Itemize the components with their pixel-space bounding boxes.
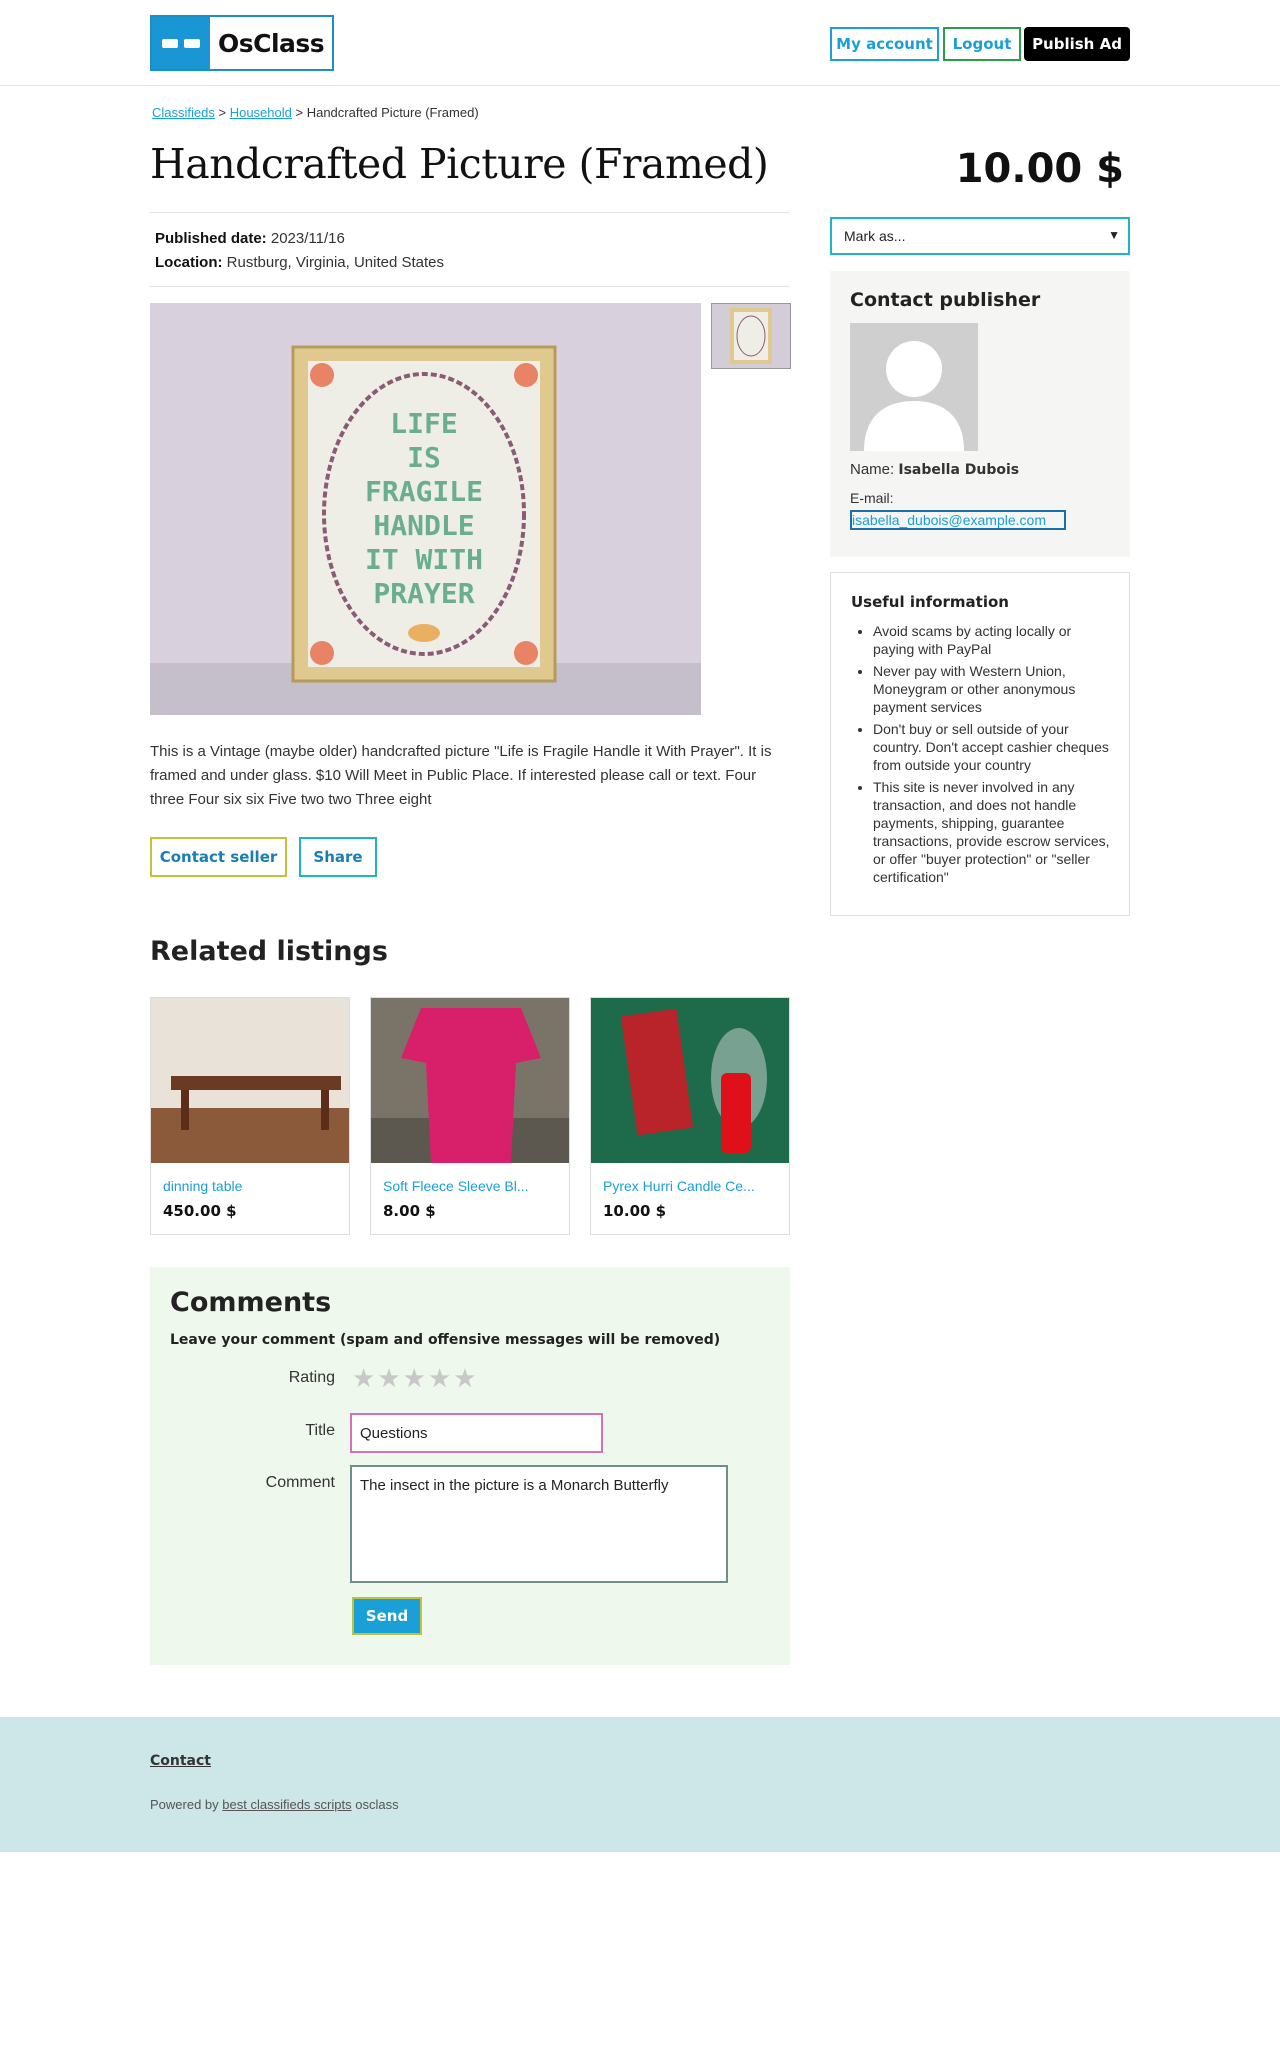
contact-publisher-box: Contact publisher Name: Isabella Dubois …: [830, 271, 1130, 557]
title-label: Title: [305, 1422, 335, 1439]
related-title[interactable]: Soft Fleece Sleeve Bl...: [383, 1178, 558, 1194]
contact-heading: Contact publisher: [850, 289, 1041, 311]
useful-item: This site is never involved in any trans…: [873, 778, 1113, 886]
framed-picture-image: LIFE IS FRAGILE HANDLE IT WITH PRAYER: [150, 303, 701, 715]
email-label: E-mail:: [850, 490, 894, 506]
breadcrumb-classifieds[interactable]: Classifieds: [152, 105, 215, 120]
comments-notice: Leave your comment (spam and offensive m…: [170, 1332, 721, 1348]
logo-icon: [152, 17, 210, 69]
send-button[interactable]: Send: [352, 1597, 422, 1635]
share-button[interactable]: Share: [299, 837, 377, 877]
star-icon[interactable]: ★: [453, 1366, 476, 1392]
site-header: OsClass My account Logout Publish Ad: [0, 0, 1280, 86]
contact-seller-button[interactable]: Contact seller: [150, 837, 287, 877]
listing-price: 10.00 $: [955, 146, 1124, 192]
related-title[interactable]: Pyrex Hurri Candle Ce...: [603, 1178, 778, 1194]
breadcrumb: Classifieds > Household > Handcrafted Pi…: [152, 105, 479, 120]
star-icon[interactable]: ★: [377, 1366, 400, 1392]
listing-thumbnail[interactable]: [711, 303, 791, 369]
image-text-line: IT WITH: [365, 543, 483, 576]
location-label: Location:: [155, 254, 223, 271]
related-card: Pyrex Hurri Candle Ce... 10.00 $: [590, 997, 790, 1235]
image-text-line: LIFE: [390, 407, 457, 440]
user-icon: [864, 341, 964, 451]
published-date: Published date: 2023/11/16: [155, 230, 345, 247]
site-logo[interactable]: OsClass: [150, 15, 334, 71]
mark-as-select[interactable]: Mark as... ▼: [830, 217, 1130, 255]
powered-suffix: osclass: [355, 1797, 399, 1812]
related-image[interactable]: [371, 998, 569, 1163]
divider: [150, 212, 790, 213]
related-card: dinning table 450.00 $: [150, 997, 350, 1235]
powered-by: Powered by best classifieds scripts oscl…: [150, 1797, 399, 1812]
related-image[interactable]: [591, 998, 789, 1163]
logo-text: OsClass: [218, 28, 325, 58]
my-account-button[interactable]: My account: [830, 27, 939, 61]
name-value: Isabella Dubois: [898, 462, 1020, 478]
useful-item: Don't buy or sell outside of your countr…: [873, 720, 1113, 774]
footer-contact-link[interactable]: Contact: [150, 1753, 211, 1769]
rating-stars[interactable]: ★ ★ ★ ★ ★: [352, 1366, 477, 1392]
chevron-down-icon: ▼: [1108, 228, 1120, 242]
name-label: Name:: [850, 461, 895, 478]
useful-item: Avoid scams by acting locally or paying …: [873, 622, 1113, 658]
comment-label: Comment: [265, 1474, 335, 1491]
logout-button[interactable]: Logout: [943, 27, 1021, 61]
fleece-image: [371, 998, 569, 1163]
publisher-email-link[interactable]: isabella_dubois@example.com: [850, 510, 1066, 530]
publisher-name: Name: Isabella Dubois: [850, 461, 1019, 478]
publish-ad-button[interactable]: Publish Ad: [1024, 27, 1130, 61]
powered-prefix: Powered by: [150, 1797, 219, 1812]
location-value: Rustburg, Virginia, United States: [226, 254, 445, 271]
site-footer: Contact Powered by best classifieds scri…: [0, 1717, 1280, 1852]
divider: [150, 286, 790, 287]
star-icon[interactable]: ★: [428, 1366, 451, 1392]
related-image[interactable]: [151, 998, 349, 1163]
related-price: 450.00 $: [163, 1202, 237, 1220]
location: Location: Rustburg, Virginia, United Sta…: [155, 254, 444, 271]
related-card: Soft Fleece Sleeve Bl... 8.00 $: [370, 997, 570, 1235]
related-price: 10.00 $: [603, 1202, 667, 1220]
useful-item: Never pay with Western Union, Moneygram …: [873, 662, 1113, 716]
related-title[interactable]: dinning table: [163, 1178, 338, 1194]
published-value: 2023/11/16: [270, 230, 345, 247]
listing-title: Handcrafted Picture (Framed): [150, 140, 769, 188]
rating-label: Rating: [288, 1369, 335, 1386]
image-text-line: FRAGILE: [365, 475, 483, 508]
star-icon[interactable]: ★: [352, 1366, 375, 1392]
candle-image: [591, 998, 789, 1163]
useful-information-box: Useful information Avoid scams by acting…: [830, 572, 1130, 916]
published-label: Published date:: [155, 230, 267, 247]
breadcrumb-separator: >: [295, 105, 304, 120]
star-icon[interactable]: ★: [403, 1366, 426, 1392]
image-text-line: PRAYER: [373, 577, 474, 610]
avatar: [850, 323, 978, 451]
breadcrumb-current: Handcrafted Picture (Framed): [306, 105, 479, 120]
mark-as-value: Mark as...: [844, 228, 906, 244]
comments-heading: Comments: [170, 1287, 332, 1318]
related-price: 8.00 $: [383, 1202, 436, 1220]
comment-textarea[interactable]: The insect in the picture is a Monarch B…: [350, 1465, 728, 1583]
comment-title-input[interactable]: Questions: [350, 1413, 603, 1453]
image-text-line: HANDLE: [373, 509, 474, 542]
comments-section: Comments Leave your comment (spam and of…: [150, 1267, 790, 1665]
thumbnail-image: [730, 308, 772, 364]
table-image: [151, 998, 349, 1163]
image-text-line: IS: [407, 441, 441, 474]
useful-heading: Useful information: [851, 593, 1009, 611]
listing-description: This is a Vintage (maybe older) handcraf…: [150, 743, 772, 808]
breadcrumb-separator: >: [218, 105, 227, 120]
listing-main-image[interactable]: LIFE IS FRAGILE HANDLE IT WITH PRAYER: [150, 303, 701, 715]
breadcrumb-household[interactable]: Household: [230, 105, 292, 120]
useful-list: Avoid scams by acting locally or paying …: [873, 622, 1113, 890]
classifieds-scripts-link[interactable]: best classifieds scripts: [222, 1797, 351, 1812]
related-heading: Related listings: [150, 936, 388, 967]
